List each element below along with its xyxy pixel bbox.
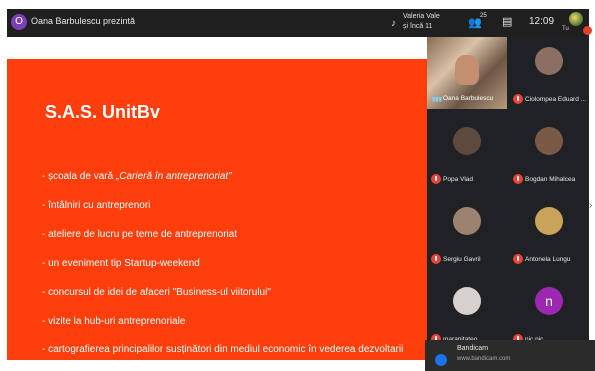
bullet-text: - întâlniri cu antreprenori: [42, 200, 151, 211]
mic-off-icon: [431, 254, 441, 264]
self-avatar[interactable]: [569, 12, 583, 26]
participant-video-tile[interactable]: ▮▮▮ Oana Barbulescu: [427, 37, 507, 109]
mic-off-badge[interactable]: [583, 26, 592, 35]
slide-bullet: - cartografierea principalilor susținăto…: [42, 344, 403, 355]
participants-count: 25: [480, 13, 487, 19]
slide-bullet: - întâlniri cu antreprenori: [42, 200, 150, 211]
meet-window: O Oana Barbulescu prezintă ♪ Valeria Val…: [0, 0, 595, 371]
bandicam-url: www.bandicam.com: [457, 356, 511, 362]
presenter-title: Oana Barbulescu prezintă: [31, 16, 136, 26]
participant-avatar: [453, 287, 481, 315]
mic-off-icon: [513, 94, 523, 104]
participant-name: Antonela Lungu: [525, 256, 571, 263]
presentation-slide: S.A.S. UnitBv - școala de vară „Carieră …: [7, 37, 427, 360]
participant-tile[interactable]: Bogdan Mihalcea: [509, 121, 589, 189]
bullet-text: - școala de vară: [42, 171, 116, 182]
self-label: Tu: [562, 26, 569, 32]
participant-name: Popa Vlad: [443, 176, 473, 183]
bandicam-icon: [435, 354, 447, 366]
slide-bullet: - concursul de idei de afaceri "Business…: [42, 287, 271, 298]
slide-bullet: - un eveniment tip Startup-weekend: [42, 258, 200, 269]
mic-off-icon: [513, 254, 523, 264]
participant-name: Ciolompea Eduard ...: [525, 96, 587, 103]
slide-top-strip: [7, 37, 427, 59]
bullet-text: - ateliere de lucru pe teme de antrepren…: [42, 229, 238, 240]
chevron-right-icon[interactable]: ›: [589, 200, 592, 211]
mic-off-icon: [513, 174, 523, 184]
slide-bullet: - școala de vară „Carieră în antreprenor…: [42, 171, 232, 182]
participant-tile[interactable]: Antonela Lungu: [509, 201, 589, 269]
bullet-text: - concursul de idei de afaceri "Business…: [42, 287, 271, 298]
participant-name: Oana Barbulescu: [443, 95, 494, 102]
participant-avatar: [535, 207, 563, 235]
bandicam-overlay[interactable]: Bandicam www.bandicam.com: [425, 340, 595, 371]
mic-off-icon: [431, 174, 441, 184]
notification-name: Valeria Vale: [403, 13, 440, 20]
participant-avatar: n: [535, 287, 563, 315]
bullet-text: - cartografierea principalilor susținăto…: [42, 344, 404, 355]
participant-avatar: [535, 47, 563, 75]
participant-name: Sergiu Gavril: [443, 256, 481, 263]
clock: 12:09: [529, 16, 555, 27]
participant-avatar: [535, 127, 563, 155]
presenter-avatar[interactable]: O: [11, 14, 27, 30]
bandicam-label: Bandicam: [457, 345, 489, 352]
speaking-icon: ▮▮▮: [432, 97, 442, 103]
slide-title: S.A.S. UnitBv: [45, 102, 161, 122]
bullet-text: - un eveniment tip Startup-weekend: [42, 258, 200, 269]
participant-tile[interactable]: Ciolompea Eduard ...: [509, 41, 589, 109]
participants-panel: ▮▮▮ Oana Barbulescu Ciolompea Eduard ...…: [427, 37, 589, 360]
participant-tile[interactable]: Popa Vlad: [427, 121, 507, 189]
bullet-italic: „Carieră în antreprenoriat”: [115, 171, 232, 182]
slide-bullet: - ateliere de lucru pe teme de antrepren…: [42, 229, 237, 240]
slide-bullet: - vizite la hub-uri antreprenoriale: [42, 316, 185, 327]
notification-more: și încă 11: [403, 23, 433, 30]
join-notification[interactable]: ♪ Valeria Vale și încă 11: [387, 11, 447, 35]
participant-tile[interactable]: n nic nic: [509, 281, 589, 349]
top-bar: O Oana Barbulescu prezintă ♪ Valeria Val…: [7, 9, 592, 37]
participant-tile[interactable]: Sergiu Gavril: [427, 201, 507, 269]
participant-avatar: [453, 127, 481, 155]
presenter-video: [455, 55, 479, 85]
participant-avatar: [453, 207, 481, 235]
chat-icon[interactable]: ▤: [502, 15, 512, 28]
participant-name: Bogdan Mihalcea: [525, 176, 576, 183]
participant-tile[interactable]: maranitateo: [427, 281, 507, 349]
hand-icon: ♪: [391, 18, 396, 29]
bullet-text: - vizite la hub-uri antreprenoriale: [42, 316, 186, 327]
